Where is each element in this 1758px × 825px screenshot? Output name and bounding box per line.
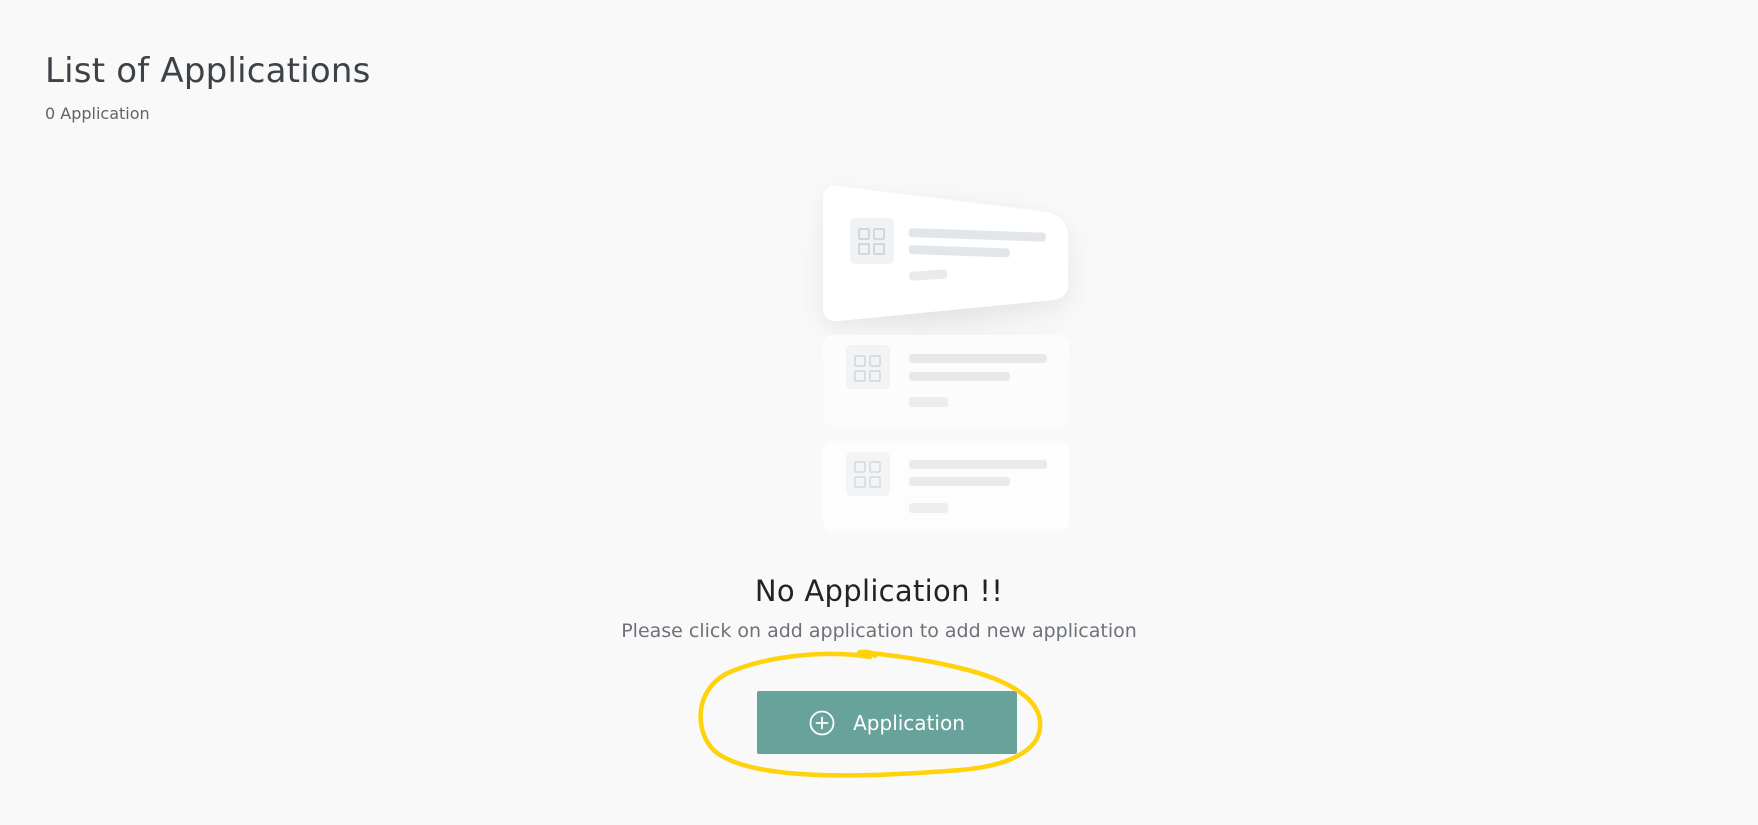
- placeholder-card-2: [823, 335, 1069, 426]
- add-application-label: Application: [853, 710, 965, 735]
- empty-state-title: No Application !!: [754, 574, 1004, 608]
- plus-circle-icon: [809, 710, 835, 735]
- empty-state-subtitle: Please click on add application to add n…: [621, 620, 1137, 642]
- placeholder-card-3: [823, 441, 1069, 532]
- add-application-button[interactable]: Application: [757, 691, 1017, 754]
- empty-illustration: [743, 155, 1143, 532]
